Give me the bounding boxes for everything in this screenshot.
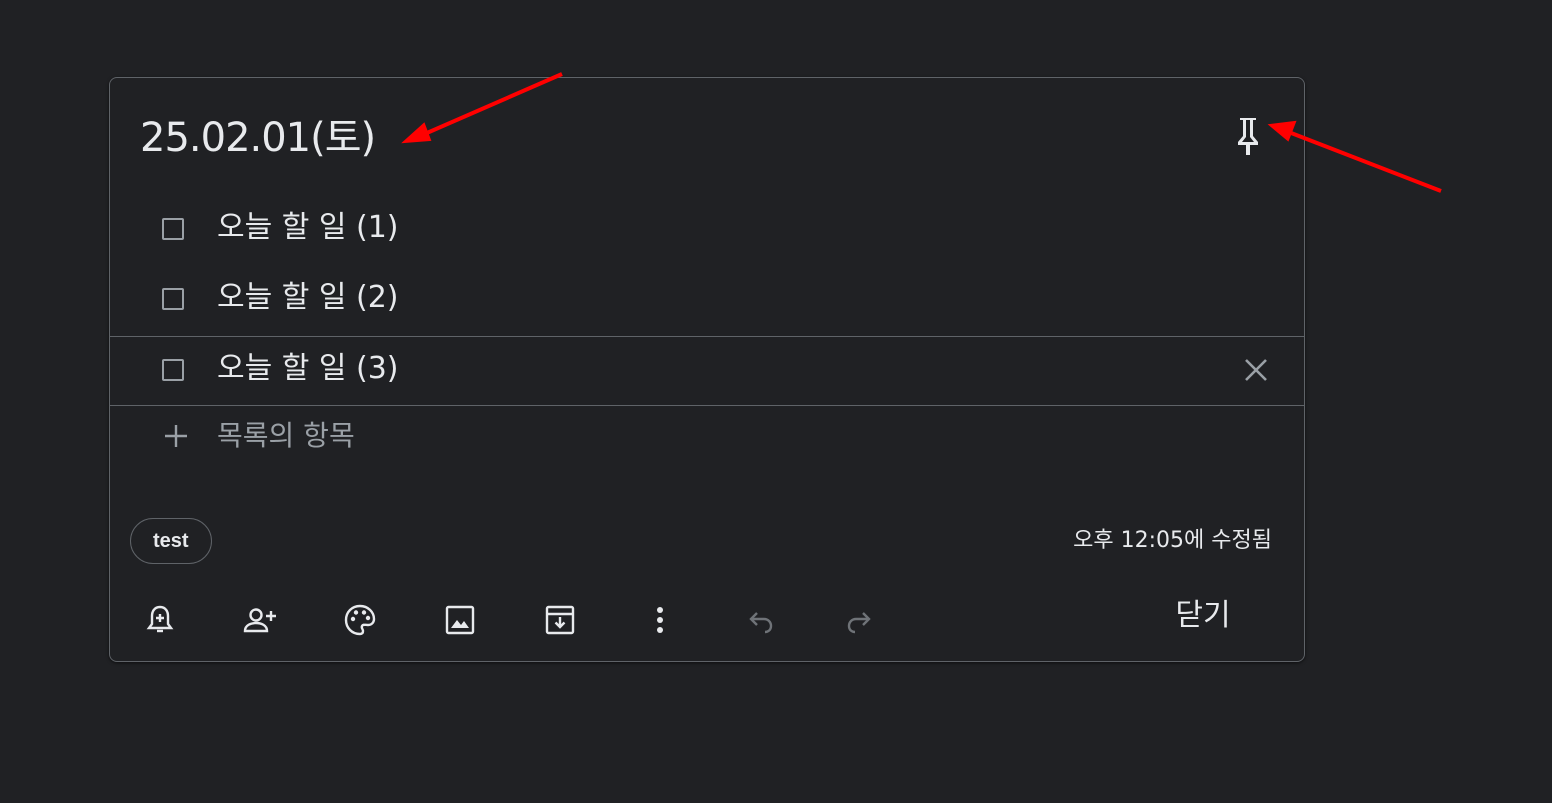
bell-plus-icon[interactable] <box>140 600 180 640</box>
list-item-label[interactable]: 오늘 할 일 (2) <box>217 278 399 318</box>
label-chip[interactable]: test <box>130 518 212 564</box>
archive-icon[interactable] <box>540 600 580 640</box>
close-icon[interactable] <box>1242 356 1270 384</box>
palette-icon[interactable] <box>340 600 380 640</box>
image-icon[interactable] <box>440 600 480 640</box>
list-item-label[interactable]: 오늘 할 일 (3) <box>217 349 399 389</box>
add-list-item[interactable]: 목록의 항목 <box>110 408 1304 464</box>
checkbox[interactable] <box>162 359 184 381</box>
more-vert-icon[interactable] <box>640 600 680 640</box>
list-item: 오늘 할 일 (1) <box>110 194 1304 264</box>
redo-icon[interactable] <box>840 600 880 640</box>
note-title[interactable]: 25.02.01(토) <box>140 112 376 164</box>
person-add-icon[interactable] <box>240 600 280 640</box>
edited-timestamp: 오후 12:05에 수정됨 <box>1073 528 1272 553</box>
checkbox[interactable] <box>162 288 184 310</box>
checkbox[interactable] <box>162 218 184 240</box>
list-item-label[interactable]: 오늘 할 일 (1) <box>217 208 399 248</box>
plus-icon <box>163 423 189 449</box>
pin-icon[interactable] <box>1228 114 1268 158</box>
undo-icon[interactable] <box>740 600 780 640</box>
add-item-placeholder: 목록의 항목 <box>217 419 355 452</box>
list-item: 오늘 할 일 (2) <box>110 264 1304 334</box>
list-item-focused: 오늘 할 일 (3) <box>110 336 1304 406</box>
note-editor: 25.02.01(토) 오늘 할 일 (1) 오늘 할 일 (2) 오늘 할 일… <box>109 77 1305 662</box>
close-button[interactable]: 닫기 <box>1148 592 1258 640</box>
